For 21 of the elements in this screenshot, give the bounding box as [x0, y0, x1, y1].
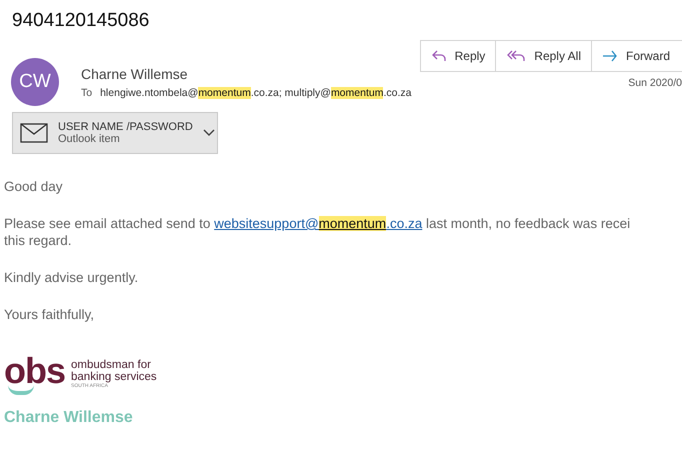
body-text: Good day: [4, 178, 64, 195]
body-text: Yours faithfully,: [4, 306, 96, 323]
attachment-item[interactable]: USER NAME /PASSWORD Outlook item: [12, 112, 218, 154]
sender-avatar: CW: [11, 58, 59, 106]
chevron-down-icon[interactable]: [202, 129, 215, 137]
logo-text: banking services: [71, 371, 157, 383]
body-text: Kindly advise urgently.: [4, 269, 140, 286]
right-arrow-icon: [602, 49, 618, 63]
body-text: Please see email attached send to websitesupport@momentum.co.za last month, no feedback was recei: [4, 215, 632, 232]
email-subject: 9404120145086: [11, 9, 150, 33]
body-text: this regard.: [4, 232, 73, 249]
envelope-icon: [20, 123, 48, 143]
logo-mark: obs: [4, 353, 66, 395]
to-label: To: [81, 87, 92, 99]
reply-arrow-icon: [430, 49, 447, 63]
logo-text: ombudsman for: [71, 359, 152, 371]
signature-name: Charne Willemse: [4, 409, 134, 427]
sender-name: Charne Willemse: [81, 66, 189, 82]
recipient-list: hlengiwe.ntombela@momentum.co.za; multiply@momentum.co.za: [100, 87, 412, 99]
sent-date: Sun 2020/0: [628, 77, 682, 89]
double-arrow-icon: [506, 49, 526, 63]
